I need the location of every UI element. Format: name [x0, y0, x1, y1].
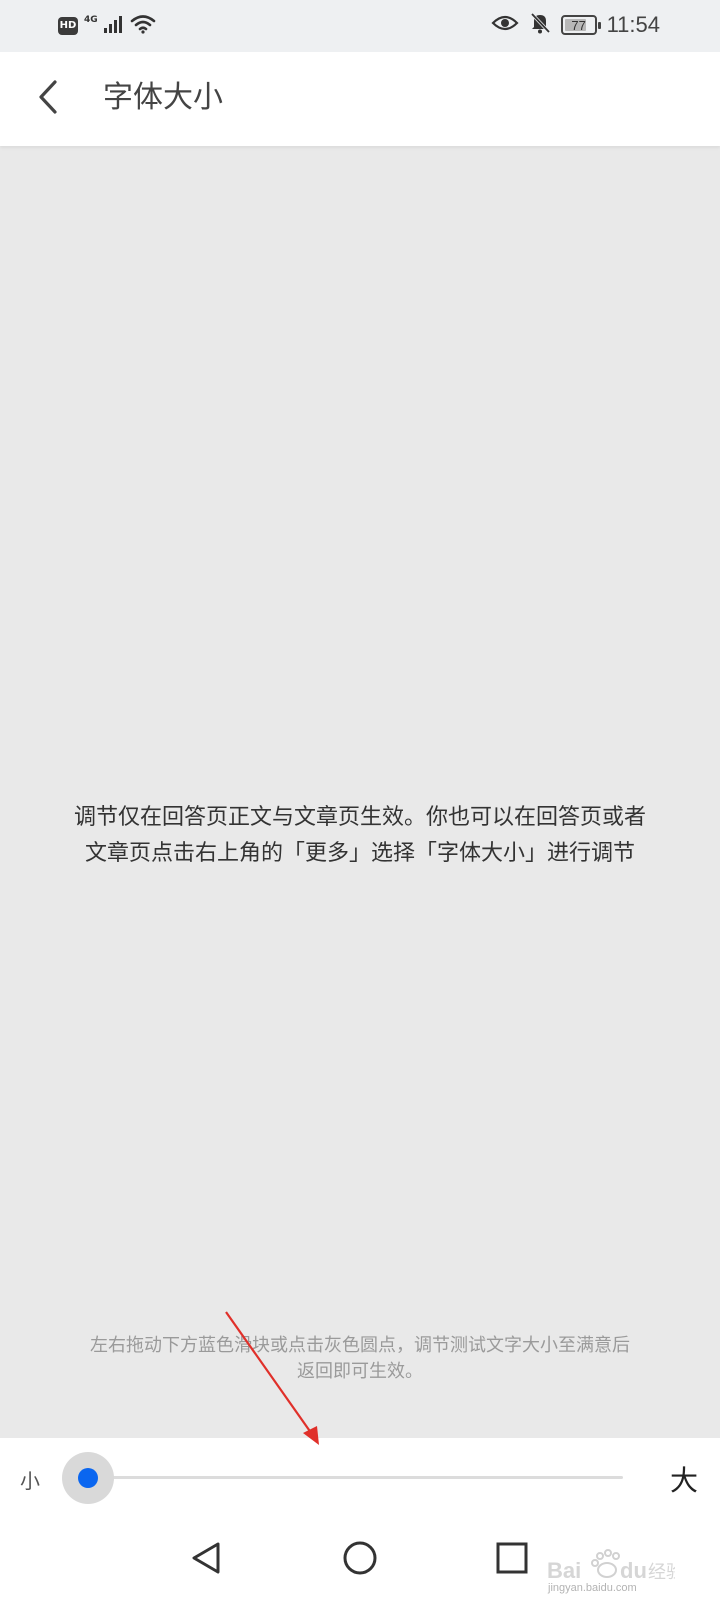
preview-line-1: 调节仅在回答页正文与文章页生效。你也可以在回答页或者 [73, 805, 646, 830]
battery-level: 77 [571, 17, 586, 33]
slider-label-small: 小 [20, 1469, 40, 1493]
hd-icon: HD [58, 17, 78, 35]
status-bar: HD 4G 77 11:54 [0, 0, 720, 52]
app-bar: 字体大小 [0, 52, 720, 146]
triangle-back-icon [188, 1540, 224, 1580]
preview-line-2: 文章页点击右上角的「更多」选择「字体大小」进行调节 [84, 841, 635, 866]
network-type-label: 4G [84, 15, 98, 25]
hint-text: 左右拖动下方蓝色滑块或点击灰色圆点，调节测试文字大小至满意后 返回即可生效。 [40, 1333, 680, 1385]
preview-area: 调节仅在回答页正文与文章页生效。你也可以在回答页或者 文章页点击右上角的「更多」… [0, 146, 720, 1438]
status-time: 11:54 [606, 12, 660, 37]
wifi-icon [130, 14, 156, 38]
slider-thumb[interactable] [78, 1468, 98, 1488]
page-title: 字体大小 [103, 80, 223, 115]
preview-text: 调节仅在回答页正文与文章页生效。你也可以在回答页或者 文章页点击右上角的「更多」… [40, 800, 680, 872]
slider-track[interactable] [88, 1476, 623, 1479]
battery-icon: 77 [560, 15, 601, 35]
nav-back-button[interactable] [176, 1530, 236, 1590]
svg-text:Bai: Bai [547, 1558, 581, 1583]
nav-home-button[interactable] [330, 1530, 390, 1590]
square-recents-icon [495, 1541, 529, 1579]
hint-line-1: 左右拖动下方蓝色滑块或点击灰色圆点，调节测试文字大小至满意后 [90, 1335, 630, 1356]
nav-recents-button[interactable] [482, 1530, 542, 1590]
eye-icon [491, 13, 519, 37]
bell-off-icon [529, 12, 551, 38]
svg-text:经验: 经验 [648, 1562, 675, 1583]
chevron-left-icon [37, 79, 59, 119]
slider-label-large: 大 [670, 1464, 699, 1497]
svg-text:du: du [620, 1558, 647, 1583]
signal-icon [103, 15, 124, 37]
font-size-slider-panel: 小 大 [0, 1438, 720, 1518]
status-right: 77 11:54 [491, 12, 660, 38]
back-button[interactable] [26, 72, 70, 126]
status-left: HD 4G [58, 14, 156, 38]
hint-line-2: 返回即可生效。 [297, 1361, 423, 1382]
watermark-url: jingyan.baidu.com [548, 1582, 637, 1594]
circle-home-icon [342, 1540, 378, 1580]
